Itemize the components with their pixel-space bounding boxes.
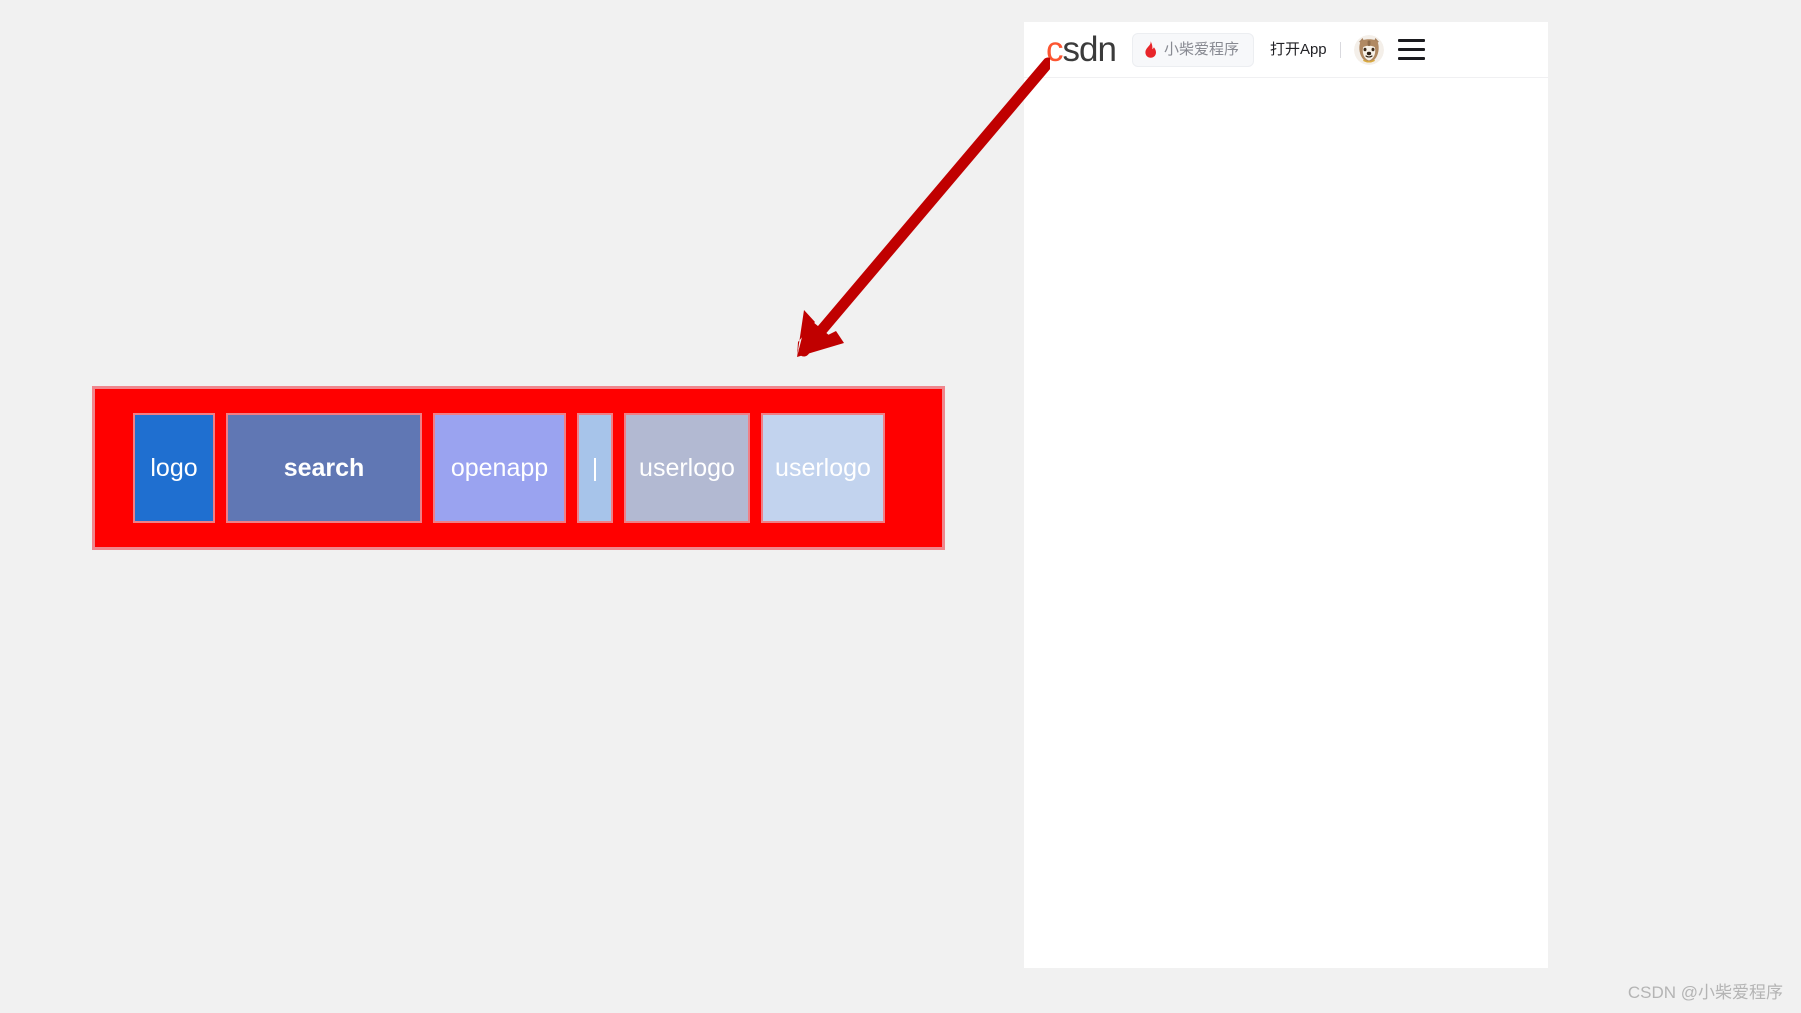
site-panel: c sdn 小柴爱程序 打开App [1024, 22, 1548, 968]
hamburger-menu-icon[interactable] [1397, 38, 1426, 62]
diagram-box-divider: | [577, 413, 613, 523]
annotation-diagram: logo search openapp | userlogo userlogo [92, 386, 945, 550]
csdn-logo[interactable]: c sdn [1046, 30, 1117, 69]
watermark: CSDN @小柴爱程序 [1627, 983, 1783, 1002]
diagram-box-userlogo-2: userlogo [761, 413, 885, 523]
search-pill[interactable]: 小柴爱程序 [1131, 32, 1254, 67]
hamburger-line [1397, 48, 1425, 51]
search-pill-text: 小柴爱程序 [1163, 41, 1239, 58]
open-app-link[interactable]: 打开App [1270, 42, 1327, 57]
flame-icon [1145, 41, 1156, 58]
red-pointer-arrow [797, 57, 1050, 357]
hamburger-line [1397, 57, 1425, 60]
header-divider [1339, 41, 1341, 58]
csdn-logo-rest-letters: sdn [1062, 30, 1117, 69]
diagram-box-userlogo-1: userlogo [624, 413, 750, 523]
csdn-logo-accent-letter: c [1046, 30, 1063, 69]
diagram-box-search: search [226, 413, 422, 523]
shiba-avatar-icon[interactable] [1353, 34, 1384, 65]
site-header: c sdn 小柴爱程序 打开App [1024, 22, 1548, 78]
diagram-box-openapp: openapp [433, 413, 566, 523]
diagram-box-logo: logo [133, 413, 215, 523]
hamburger-line [1397, 39, 1425, 42]
